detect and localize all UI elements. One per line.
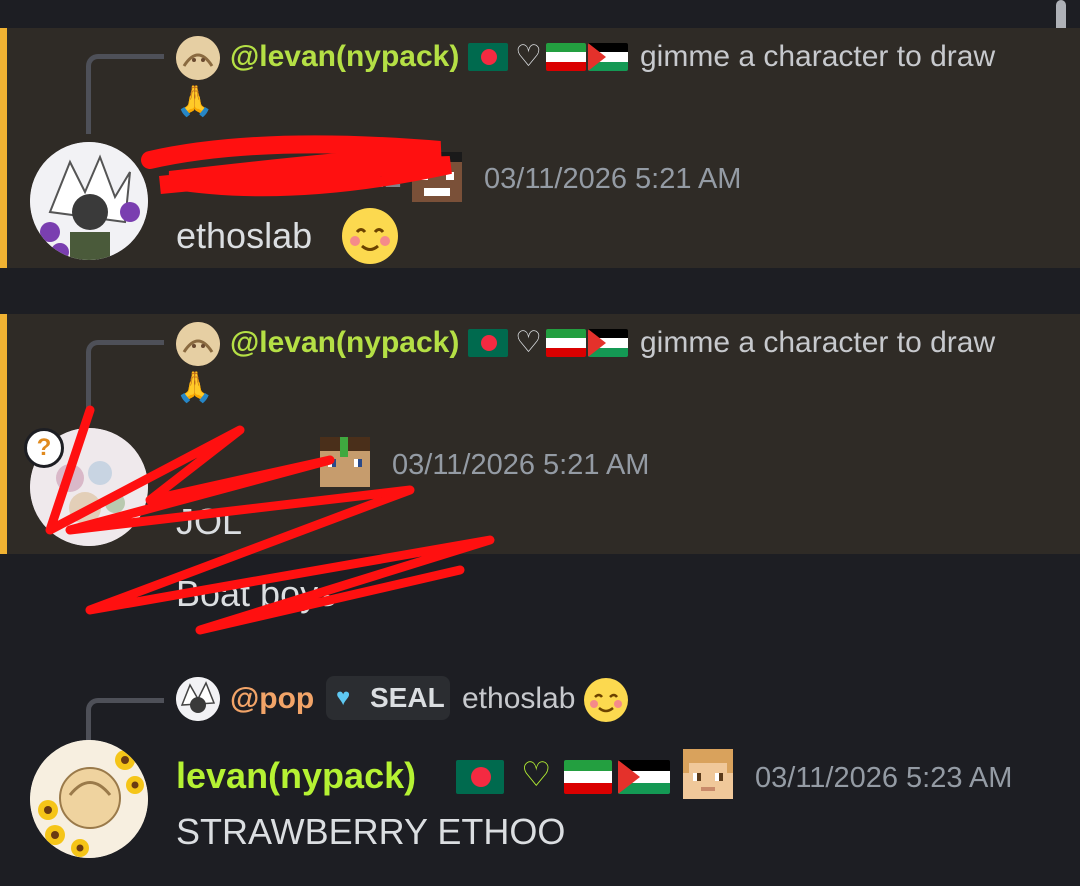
reply-line (86, 698, 164, 744)
highlight-bar (0, 28, 7, 268)
iran-flag-icon (546, 329, 586, 357)
reply-text: gimme a character to draw (640, 40, 996, 73)
message-timestamp: 03/11/2026 5:21 AM (484, 163, 742, 195)
blue-heart-icon: ♥ (336, 684, 351, 711)
bangladesh-flag-icon (468, 329, 508, 357)
reply-text: gimme a character to draw (640, 326, 996, 359)
author-heart: ♡ (521, 756, 552, 794)
palestine-flag-icon (588, 43, 628, 71)
minecraft-skin-icon (683, 749, 733, 799)
highlight-bar (0, 314, 7, 554)
blush-emoji-icon (342, 208, 398, 264)
reply-mention[interactable]: @levan(nypack) (230, 37, 459, 77)
reply-mention[interactable]: @levan(nypack) (230, 323, 459, 363)
author-avatar[interactable] (30, 740, 148, 858)
redaction-scribble (141, 135, 452, 197)
blush-emoji-icon (584, 678, 628, 722)
reply-text: ethoslab (462, 682, 576, 715)
iran-flag-icon (546, 43, 586, 71)
reply-line (86, 54, 164, 134)
message-content: STRAWBERRY ETHOO (176, 811, 566, 852)
reply-avatar[interactable] (176, 322, 220, 366)
tag-label: SEAL (370, 682, 445, 713)
reply-heart: ♡ (515, 40, 542, 73)
bangladesh-flag-icon (456, 760, 504, 794)
reply-avatar[interactable] (176, 677, 220, 721)
reply-server-tag[interactable]: ♥ SEAL (326, 676, 450, 720)
reply-avatar[interactable] (176, 36, 220, 80)
redaction-scribble (45, 405, 495, 635)
reply-mention[interactable]: @pop (230, 679, 314, 719)
author-avatar[interactable] (30, 142, 148, 260)
palestine-flag-icon (618, 760, 670, 794)
iran-flag-icon (564, 760, 612, 794)
palestine-flag-icon (588, 329, 628, 357)
reply-heart: ♡ (515, 326, 542, 359)
pray-emoji-icon: 🙏 (176, 85, 214, 118)
message-content: ethoslab (176, 215, 313, 256)
bangladesh-flag-icon (468, 43, 508, 71)
author-name[interactable]: levan(nypack) (176, 752, 416, 800)
message-timestamp: 03/11/2026 5:23 AM (755, 762, 1013, 794)
